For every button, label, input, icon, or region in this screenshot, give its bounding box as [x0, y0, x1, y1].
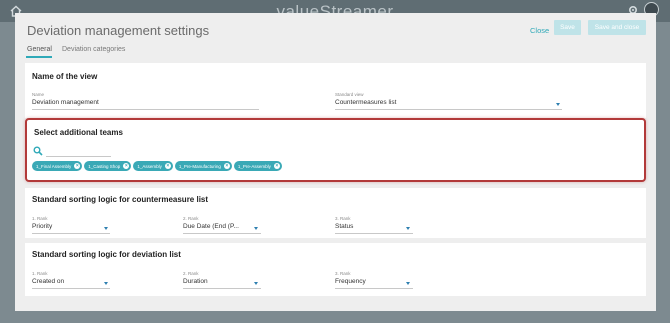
section-heading: Standard sorting logic for deviation lis…: [32, 250, 181, 259]
rank-3-select[interactable]: Frequency: [335, 278, 366, 285]
section-heading: Select additional teams: [34, 128, 123, 137]
remove-chip-icon[interactable]: ×: [74, 163, 81, 169]
standard-view-label: Standard view: [335, 92, 364, 97]
rank-2-select[interactable]: Due Date (End (P...: [183, 223, 239, 230]
chevron-down-icon[interactable]: [254, 282, 258, 285]
team-chip[interactable]: 1_Pre-Assembly ×: [233, 161, 282, 171]
name-field[interactable]: Deviation management: [32, 99, 99, 106]
modal-title: Deviation management settings: [27, 23, 210, 38]
selected-teams-chips: 1_Final Assembly × 1_Casting Shop × 1_Asse…: [32, 161, 282, 171]
standard-view-underline: [335, 109, 562, 110]
rank-label: 2. Rank: [183, 271, 199, 276]
remove-chip-icon[interactable]: ×: [123, 163, 130, 169]
rank-2-select[interactable]: Duration: [183, 278, 208, 285]
additional-teams-card: Select additional teams 1_Final Assembly…: [25, 118, 646, 182]
team-chip[interactable]: 1_Pre-Manufacturing ×: [174, 161, 232, 171]
chevron-down-icon[interactable]: [406, 227, 410, 230]
tab-general[interactable]: General: [27, 46, 52, 53]
remove-chip-icon[interactable]: ×: [164, 163, 171, 169]
remove-chip-icon[interactable]: ×: [273, 163, 280, 169]
active-tab-indicator: [26, 56, 52, 58]
save-button[interactable]: Save: [554, 20, 581, 35]
rank-underline: [183, 288, 261, 289]
view-name-card: Name of the view Name Deviation manageme…: [25, 63, 646, 118]
rank-underline: [183, 233, 261, 234]
close-button[interactable]: Close: [530, 22, 549, 39]
rank-underline: [335, 233, 413, 234]
chevron-down-icon[interactable]: [254, 227, 258, 230]
rank-underline: [32, 288, 110, 289]
standard-view-select[interactable]: Countermeasures list: [335, 99, 396, 106]
rank-underline: [335, 288, 413, 289]
rank-1-select[interactable]: Priority: [32, 223, 52, 230]
rank-label: 1. Rank: [32, 216, 48, 221]
save-and-close-button[interactable]: Save and close: [588, 20, 646, 35]
deviation-sorting-card: Standard sorting logic for deviation lis…: [25, 243, 646, 296]
rank-label: 1. Rank: [32, 271, 48, 276]
chevron-down-icon[interactable]: [406, 282, 410, 285]
remove-chip-icon[interactable]: ×: [223, 163, 230, 169]
rank-label: 2. Rank: [183, 216, 199, 221]
chevron-down-icon[interactable]: [556, 103, 560, 106]
team-chip[interactable]: 1_Casting Shop ×: [84, 161, 132, 171]
rank-label: 3. Rank: [335, 216, 351, 221]
section-heading: Name of the view: [32, 72, 98, 81]
rank-1-select[interactable]: Created on: [32, 278, 64, 285]
section-heading: Standard sorting logic for countermeasur…: [32, 195, 209, 204]
name-field-underline: [32, 109, 259, 110]
team-search-input[interactable]: [46, 156, 111, 157]
tab-deviation-categories[interactable]: Deviation categories: [62, 46, 125, 53]
rank-label: 3. Rank: [335, 271, 351, 276]
chevron-down-icon[interactable]: [104, 282, 108, 285]
search-icon[interactable]: [33, 146, 43, 156]
rank-3-select[interactable]: Status: [335, 223, 353, 230]
rank-underline: [32, 233, 110, 234]
countermeasure-sorting-card: Standard sorting logic for countermeasur…: [25, 188, 646, 238]
name-field-label: Name: [32, 92, 45, 97]
chevron-down-icon[interactable]: [104, 227, 108, 230]
settings-modal: Deviation management settings Close Save…: [15, 13, 656, 311]
team-chip[interactable]: 1_Final Assembly ×: [32, 161, 83, 171]
team-chip[interactable]: 1_Assembly ×: [133, 161, 173, 171]
